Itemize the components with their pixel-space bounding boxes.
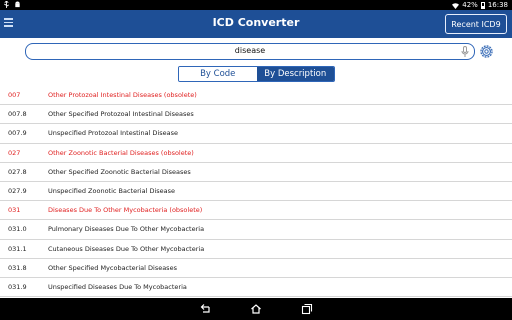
icd-code: 027: [8, 148, 21, 157]
icd-description: Other Protozoal Intestinal Diseases (obs…: [48, 91, 197, 99]
icd-code: 031: [8, 206, 21, 215]
list-item[interactable]: 027.8 Other Specified Zoonotic Bacterial…: [0, 163, 512, 182]
tab-by-description[interactable]: By Description: [256, 67, 334, 81]
battery-percent: 42%: [462, 1, 478, 9]
wifi-icon: [452, 2, 460, 9]
list-item[interactable]: 007 Other Protozoal Intestinal Diseases …: [0, 86, 512, 106]
icd-description: Cutaneous Diseases Due To Other Mycobact…: [48, 244, 205, 253]
icd-description: Diseases Due To Other Mycobacteria (obso…: [48, 206, 203, 215]
list-item[interactable]: 007.8 Other Specified Protozoal Intestin…: [0, 105, 512, 125]
clock: 16:38: [487, 1, 508, 9]
icd-code: 031.0: [8, 225, 27, 234]
app-title: ICD Converter: [212, 16, 300, 29]
icd-code: 031.9: [8, 282, 27, 291]
recent-icd9-button[interactable]: Recent ICD9: [445, 14, 507, 34]
list-item[interactable]: 007.9 Unspecified Protozoal Intestinal D…: [0, 124, 512, 144]
list-item[interactable]: 031.0 Pulmonary Diseases Due To Other My…: [0, 220, 512, 240]
icd-description: Other Specified Protozoal Intestinal Dis…: [48, 110, 194, 119]
tab-by-code[interactable]: By Code: [179, 67, 257, 81]
android-icon: [15, 1, 20, 8]
back-icon[interactable]: [199, 303, 211, 315]
navigation-bar: [0, 298, 512, 320]
status-indicators: 42% 16:38: [452, 1, 508, 9]
icd-description: Unspecified Protozoal Intestinal Disease: [48, 129, 178, 138]
icd-description: Other Zoonotic Bacterial Diseases (obsol…: [48, 148, 194, 157]
list-item[interactable]: 031.9 Unspecified Diseases Due To Mycoba…: [0, 278, 512, 298]
icd-code: 007: [8, 91, 21, 99]
status-notifications: [3, 1, 21, 8]
icd-code: 031.1: [8, 244, 27, 253]
microphone-icon[interactable]: [461, 46, 469, 58]
icd-code: 027.9: [8, 186, 27, 195]
list-item[interactable]: 031.1 Cutaneous Diseases Due To Other My…: [0, 240, 512, 259]
list-item[interactable]: 027 Other Zoonotic Bacterial Diseases (o…: [0, 144, 512, 163]
battery-icon: [480, 1, 485, 9]
results-list: 007 Other Protozoal Intestinal Diseases …: [0, 86, 512, 298]
home-icon[interactable]: [250, 303, 262, 315]
search-mode-tabs: By Code By Description: [178, 66, 335, 82]
icd-code: 027.8: [8, 167, 27, 176]
search-input[interactable]: disease: [25, 43, 475, 60]
list-item[interactable]: 031 Diseases Due To Other Mycobacteria (…: [0, 201, 512, 221]
action-bar: ICD Converter Recent ICD9: [0, 10, 512, 38]
icd-description: Unspecified Zoonotic Bacterial Disease: [48, 186, 176, 195]
icd-description: Unspecified Diseases Due To Mycobacteria: [48, 282, 187, 291]
search-input-value: disease: [234, 46, 266, 55]
list-item[interactable]: 031.8 Other Specified Mycobacterial Dise…: [0, 259, 512, 278]
gear-icon[interactable]: [478, 43, 495, 60]
list-item[interactable]: 027.9 Unspecified Zoonotic Bacterial Dis…: [0, 182, 512, 202]
search-row: disease: [0, 38, 512, 65]
icd-description: Pulmonary Diseases Due To Other Mycobact…: [48, 225, 205, 234]
recent-apps-icon[interactable]: [301, 303, 313, 315]
status-bar: 42% 16:38: [0, 0, 512, 10]
icd-code: 007.9: [8, 129, 27, 138]
icd-code: 007.8: [8, 110, 27, 119]
icd-code: 031.8: [8, 263, 27, 272]
icd-description: Other Specified Zoonotic Bacterial Disea…: [48, 167, 191, 176]
usb-icon: [4, 1, 9, 8]
icd-description: Other Specified Mycobacterial Diseases: [48, 263, 177, 272]
